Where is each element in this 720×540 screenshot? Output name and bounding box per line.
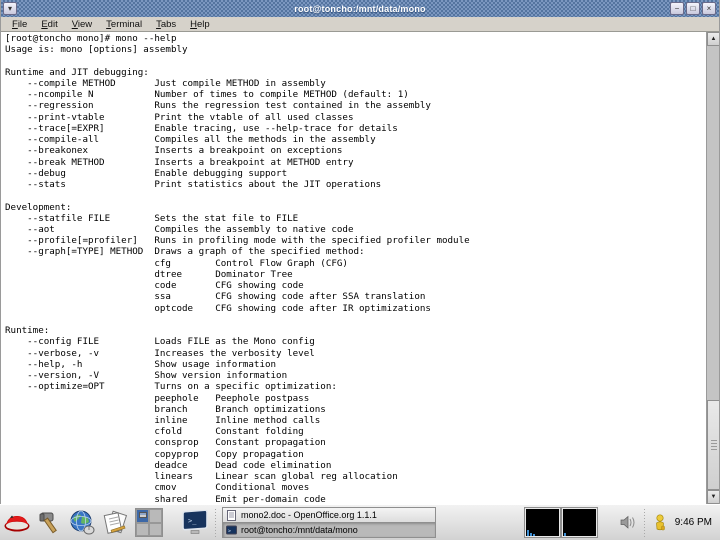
menu-edit[interactable]: Edit xyxy=(34,19,64,30)
taskbar-window-label: mono2.doc - OpenOffice.org 1.1.1 xyxy=(241,510,377,520)
terminal-output-area[interactable]: [root@toncho mono]# mono --help Usage is… xyxy=(1,32,719,504)
menu-tabs[interactable]: Tabs xyxy=(149,19,183,30)
close-button[interactable]: × xyxy=(702,2,716,15)
window-menu-button[interactable]: ▾ xyxy=(3,2,17,15)
menubar: File Edit View Terminal Tabs Help xyxy=(1,17,719,32)
tray-handle[interactable] xyxy=(641,508,647,537)
maximize-button[interactable]: □ xyxy=(686,2,700,15)
system-tools-launcher[interactable] xyxy=(34,507,65,538)
system-monitor-applet-1[interactable] xyxy=(523,507,561,538)
menu-view[interactable]: View xyxy=(65,19,99,30)
scroll-down-arrow[interactable]: ▼ xyxy=(707,490,719,504)
terminal-icon: > xyxy=(226,525,237,536)
scrollbar[interactable]: ▲ ▼ xyxy=(706,32,719,504)
window-list-handle[interactable] xyxy=(213,508,218,537)
clock[interactable]: 9:46 PM xyxy=(675,517,712,528)
documents-pen-icon xyxy=(101,510,131,536)
menu-terminal[interactable]: Terminal xyxy=(99,19,149,30)
workspace-1-active[interactable] xyxy=(136,509,149,523)
update-notifier[interactable] xyxy=(651,513,669,533)
document-icon xyxy=(226,509,237,521)
workspace-3[interactable] xyxy=(136,522,149,536)
taskbar-window-openoffice[interactable]: mono2.doc - OpenOffice.org 1.1.1 xyxy=(222,507,436,523)
svg-text:>: > xyxy=(228,528,231,534)
terminal-launcher[interactable]: >_ xyxy=(179,507,210,538)
window-title: root@toncho:/mnt/data/mono xyxy=(294,3,426,14)
workspace-2[interactable] xyxy=(149,509,162,523)
system-monitor-applet-2[interactable] xyxy=(560,507,598,538)
svg-text:>_: >_ xyxy=(188,517,197,525)
redhat-menu-icon xyxy=(3,511,31,535)
main-menu-button[interactable] xyxy=(1,507,32,538)
workspace-switcher[interactable] xyxy=(135,508,163,537)
terminal-window: ▾ root@toncho:/mnt/data/mono − □ × File … xyxy=(0,0,720,504)
window-list: mono2.doc - OpenOffice.org 1.1.1 > root@… xyxy=(222,507,436,538)
alert-icon xyxy=(653,513,667,532)
taskbar-panel: >_ mono2.doc - OpenOffice.org 1.1.1 > ro… xyxy=(0,504,720,540)
volume-control[interactable] xyxy=(620,513,638,533)
taskbar-window-terminal[interactable]: > root@toncho:/mnt/data/mono xyxy=(222,522,436,538)
workspace-4[interactable] xyxy=(149,522,162,536)
hammer-icon xyxy=(36,510,64,536)
speaker-icon xyxy=(620,515,637,530)
terminal-monitor-icon: >_ xyxy=(180,509,210,536)
menu-help[interactable]: Help xyxy=(183,19,217,30)
titlebar[interactable]: ▾ root@toncho:/mnt/data/mono − □ × xyxy=(1,0,719,17)
terminal-text: [root@toncho mono]# mono --help Usage is… xyxy=(5,33,470,504)
documents-launcher[interactable] xyxy=(100,507,131,538)
scroll-up-arrow[interactable]: ▲ xyxy=(707,32,719,46)
globe-icon xyxy=(69,510,96,536)
monitor-graph xyxy=(526,530,536,536)
scrollbar-grip xyxy=(711,440,717,450)
minimize-button[interactable]: − xyxy=(670,2,684,15)
web-browser-launcher[interactable] xyxy=(67,507,98,538)
taskbar-window-label: root@toncho:/mnt/data/mono xyxy=(241,525,358,535)
workspace-window-thumbnail xyxy=(139,512,147,518)
menu-file[interactable]: File xyxy=(5,19,34,30)
scrollbar-thumb[interactable] xyxy=(707,400,719,490)
monitor-graph xyxy=(563,533,567,536)
